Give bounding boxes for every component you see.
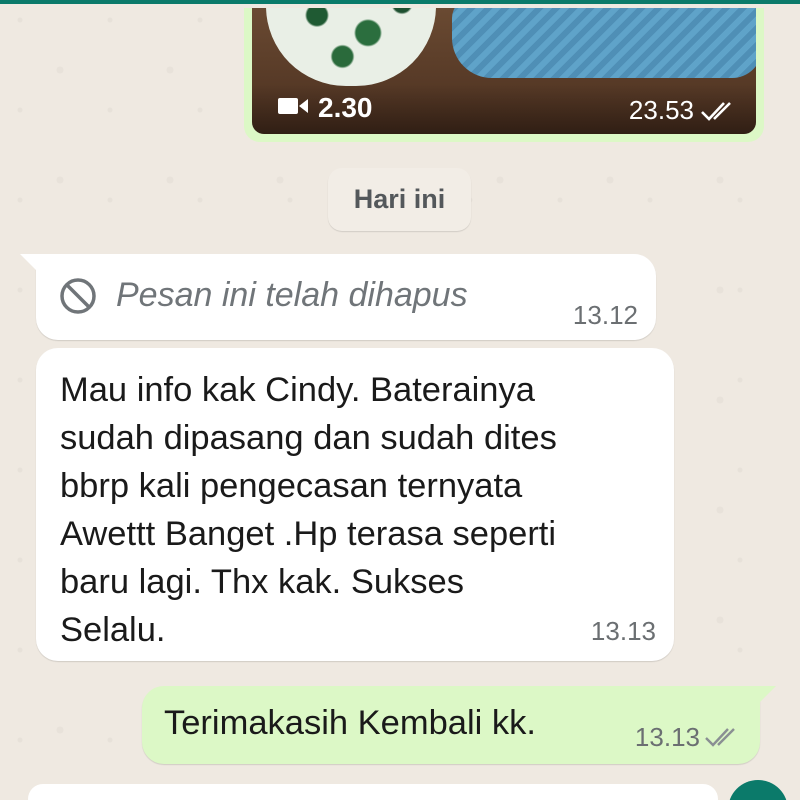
date-divider: Hari ini bbox=[328, 168, 471, 231]
incoming-message-bubble[interactable]: Mau info kak Cindy. Baterainya sudah dip… bbox=[36, 348, 674, 661]
deleted-message-bubble[interactable]: Pesan ini telah dihapus 13.12 bbox=[20, 254, 656, 340]
thumbnail-cloth bbox=[452, 8, 756, 78]
thumbnail-vase bbox=[266, 8, 436, 86]
message-text: Mau info kak Cindy. Baterainya sudah dip… bbox=[60, 366, 660, 654]
message-line: sudah dipasang dan sudah dites bbox=[60, 419, 557, 457]
message-time: 23.53 bbox=[628, 95, 694, 125]
message-text: Terimakasih Kembali kk. bbox=[164, 704, 536, 742]
video-message-bubble[interactable]: 2.30 23.53 bbox=[244, 8, 764, 142]
bubble-tail bbox=[20, 254, 38, 272]
double-check-icon bbox=[705, 728, 735, 747]
message-time: 13.12 bbox=[572, 300, 638, 330]
video-camera-icon bbox=[278, 98, 308, 114]
deleted-message-text: Pesan ini telah dihapus bbox=[116, 276, 468, 314]
date-label: Hari ini bbox=[353, 184, 446, 214]
video-duration: 2.30 bbox=[318, 92, 373, 123]
video-thumbnail[interactable]: 2.30 23.53 bbox=[252, 8, 756, 134]
outgoing-message-bubble[interactable]: Terimakasih Kembali kk. 13.13 bbox=[142, 686, 776, 764]
message-time: 13.13 bbox=[590, 616, 656, 646]
message-line: bbrp kali pengecasan ternyata bbox=[60, 467, 523, 505]
message-line: Awettt Banget .Hp terasa seperti bbox=[60, 515, 557, 553]
blocked-icon bbox=[60, 278, 96, 314]
message-time: 13.13 bbox=[634, 722, 700, 752]
bubble-tail bbox=[758, 686, 776, 704]
double-check-icon bbox=[701, 102, 731, 121]
header-edge bbox=[0, 0, 800, 4]
message-input-bar[interactable] bbox=[28, 784, 718, 800]
message-line: Selalu. bbox=[60, 611, 166, 649]
message-line: baru lagi. Thx kak. Sukses bbox=[60, 563, 464, 601]
message-line: Mau info kak Cindy. Baterainya bbox=[60, 371, 535, 409]
